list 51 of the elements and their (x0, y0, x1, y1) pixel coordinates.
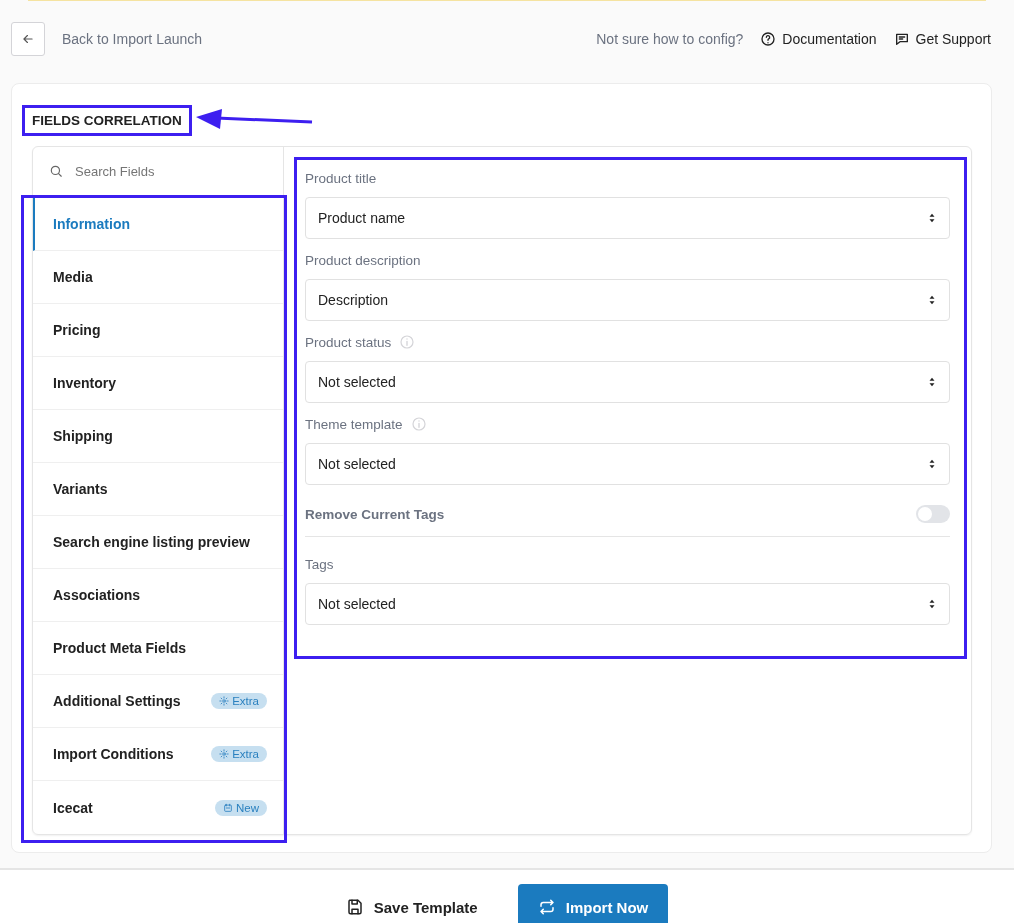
field-label: Product description (305, 252, 421, 268)
arrow-left-icon (21, 32, 35, 46)
badge: New (215, 799, 267, 816)
toggle-label: Remove Current Tags (305, 506, 445, 522)
select-field[interactable]: Product name (305, 197, 950, 239)
sort-arrows-icon (927, 375, 937, 389)
help-text: Not sure how to config? (596, 31, 744, 47)
sidebar-item[interactable]: Inventory (33, 357, 283, 410)
sidebar-item[interactable]: Pricing (33, 304, 283, 357)
gear-icon (219, 749, 230, 759)
sidebar-item[interactable]: Information (33, 198, 283, 251)
sidebar-item[interactable]: Additional Settings Extra (33, 675, 283, 728)
select-field[interactable]: Description (305, 279, 950, 321)
sidebar-item[interactable]: Product Meta Fields (33, 622, 283, 675)
support-link[interactable]: Get Support (893, 31, 991, 47)
sidebar-item[interactable]: Associations (33, 569, 283, 622)
section-title: FIELDS CORRELATION (22, 104, 192, 136)
sidebar-item[interactable]: Variants (33, 463, 283, 516)
sidebar-item[interactable]: Shipping (33, 410, 283, 463)
search-field[interactable]: Search Fields (73, 162, 257, 180)
select-field[interactable]: Not selected (305, 583, 950, 625)
badge: Extra (211, 746, 267, 762)
toggle-switch[interactable] (916, 505, 950, 523)
info-icon (410, 416, 427, 432)
import-now-button[interactable]: Import Now (517, 884, 669, 923)
search-icon (49, 164, 63, 178)
chat-bubble-icon (893, 31, 910, 47)
documentation-link[interactable]: Documentation (760, 31, 877, 47)
info-icon (399, 334, 416, 350)
sidebar-item[interactable]: Import Conditions Extra (33, 728, 283, 781)
box-icon (223, 802, 233, 813)
field-label: Product status (305, 334, 392, 350)
sort-arrows-icon (927, 457, 937, 471)
gear-icon (219, 696, 230, 706)
field-label: Product title (305, 170, 377, 186)
field-label: Tags (305, 556, 334, 572)
select-field[interactable]: Not selected (305, 361, 950, 403)
back-button[interactable] (11, 22, 45, 56)
sort-arrows-icon (927, 293, 937, 307)
save-template-button[interactable]: Save Template (345, 884, 478, 923)
sidebar-item[interactable]: Icecat New (33, 781, 283, 834)
field-label: Theme template (305, 416, 403, 432)
sort-arrows-icon (927, 597, 937, 611)
question-circle-icon (760, 31, 777, 47)
repeat-icon (537, 898, 556, 916)
back-link[interactable]: Back to Import Launch (62, 31, 203, 47)
select-field[interactable]: Not selected (305, 443, 950, 485)
sidebar-item[interactable]: Media (33, 251, 283, 304)
badge: Extra (211, 693, 267, 709)
sort-arrows-icon (927, 211, 937, 225)
sidebar-item[interactable]: Search engine listing preview (33, 516, 283, 569)
